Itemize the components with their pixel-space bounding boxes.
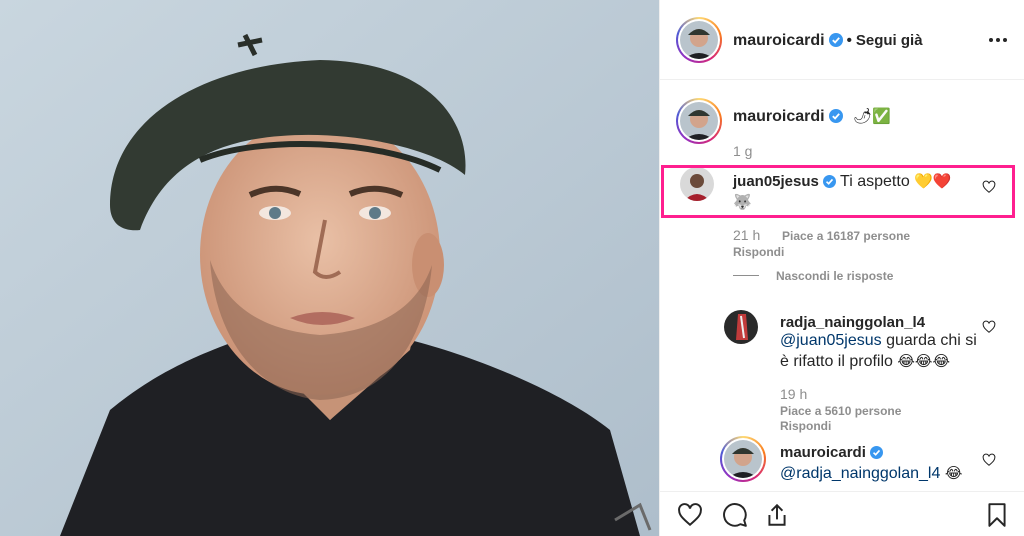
following-button[interactable]: Segui già — [856, 32, 923, 49]
post-header: mauroicardi • Segui già — [660, 0, 1024, 80]
post-photo[interactable] — [0, 0, 659, 536]
reply-likes[interactable]: Piace a 5610 persone — [780, 404, 901, 418]
comments-list: mauroicardi 🌶✅ 1 g juan05jesus Ti aspett… — [660, 81, 1024, 491]
verified-badge-icon — [828, 109, 843, 123]
author-username[interactable]: mauroicardi — [733, 32, 825, 49]
share-icon[interactable] — [764, 502, 790, 528]
reply-mention[interactable]: @juan05jesus — [780, 332, 882, 349]
reply-avatar[interactable] — [720, 436, 766, 482]
comment-likes[interactable]: Piace a 16187 persone — [782, 229, 910, 243]
portrait-image — [0, 0, 659, 536]
replies-divider — [733, 275, 759, 276]
separator-dot: • — [846, 32, 852, 49]
reply-mention[interactable]: @radja_nainggolan_l4 — [780, 465, 940, 482]
caption-avatar[interactable] — [676, 98, 722, 144]
reply-text-line2: è rifatto il profilo — [780, 353, 893, 370]
comment-time[interactable]: 21 h — [733, 227, 760, 243]
comment-icon[interactable] — [722, 502, 748, 528]
reply-emojis: 😂😂😂 — [897, 352, 950, 370]
verified-badge-icon — [828, 33, 843, 47]
reply-avatar[interactable] — [724, 310, 758, 344]
author-avatar[interactable] — [676, 17, 722, 63]
post-side-panel: mauroicardi • Segui già mauroicardi 🌶✅ 1… — [659, 0, 1024, 536]
reply-emojis: 😂 — [944, 464, 963, 482]
caption-emojis: 🌶✅ — [853, 107, 891, 125]
reply-reply-button[interactable]: Rispondi — [780, 419, 831, 433]
caption-timestamp[interactable]: 1 g — [733, 143, 752, 159]
reply-username[interactable]: mauroicardi — [780, 444, 866, 461]
post-actions-bar — [660, 491, 1024, 536]
heart-icon[interactable] — [677, 502, 703, 528]
bookmark-icon[interactable] — [984, 502, 1010, 528]
comment-highlight-box — [661, 165, 1015, 218]
caption-username[interactable]: mauroicardi — [733, 108, 825, 125]
reply-username[interactable]: radja_nainggolan_l4 — [780, 314, 925, 331]
verified-badge-icon — [869, 446, 883, 459]
reply-text-line1: guarda chi si — [881, 332, 977, 349]
comment-reply-button[interactable]: Rispondi — [733, 245, 784, 259]
reply-like-heart-icon[interactable] — [982, 453, 996, 467]
reply-time[interactable]: 19 h — [780, 386, 807, 402]
reply-like-heart-icon[interactable] — [982, 320, 996, 334]
more-options-icon[interactable] — [989, 30, 1007, 48]
hide-replies-button[interactable]: Nascondi le risposte — [776, 269, 893, 283]
